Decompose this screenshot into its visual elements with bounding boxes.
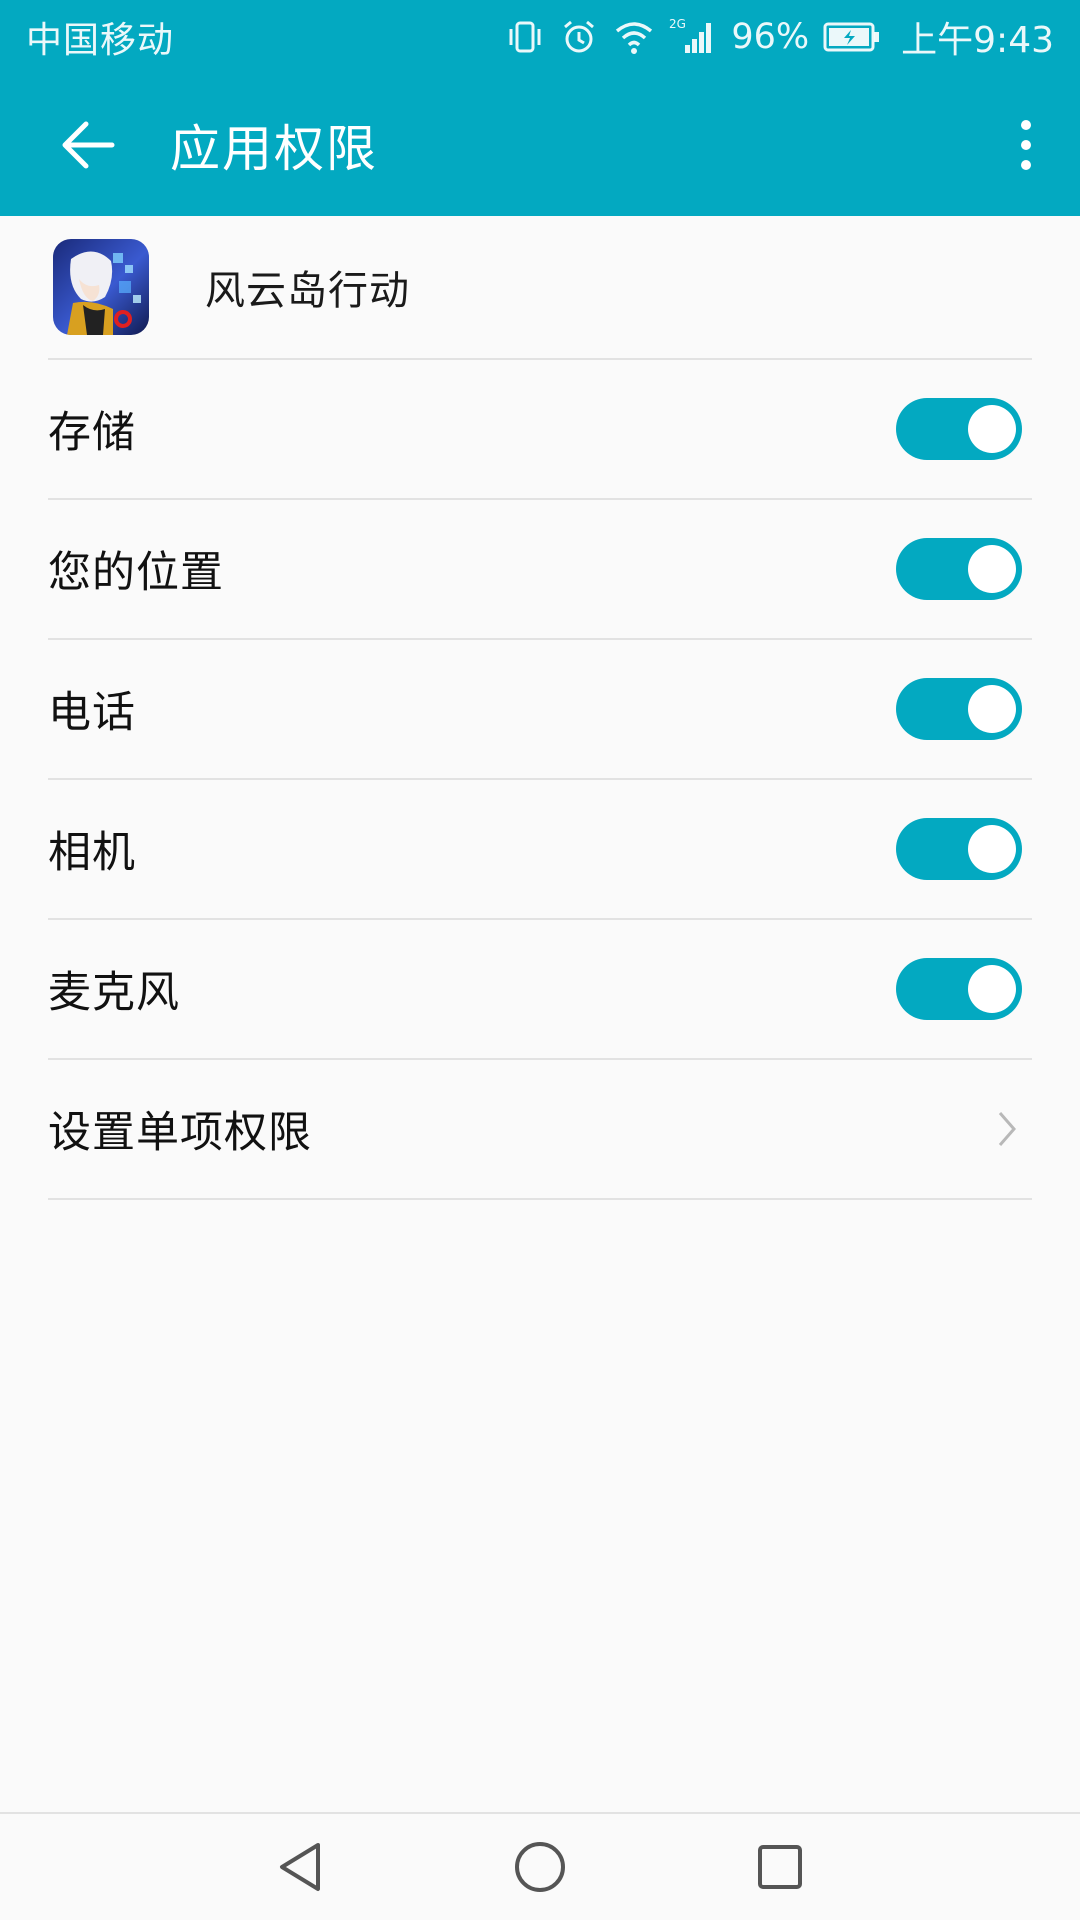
permission-label: 相机 [48,828,136,878]
status-bar: 中国移动 2G 96% 上午9:43 [0,0,1080,74]
app-name: 风云岛行动 [205,268,410,314]
microphone-toggle[interactable] [896,958,1022,1020]
camera-toggle[interactable] [896,818,1022,880]
permission-label: 存储 [48,408,136,458]
app-bar: 应用权限 [0,74,1080,216]
page-title: 应用权限 [170,120,378,178]
toggle-knob [968,685,1016,733]
individual-permissions-row[interactable]: 设置单项权限 [48,1060,1032,1200]
nav-home-icon [515,1842,565,1892]
status-icons: 2G 96% 上午9:43 [505,11,1054,63]
vibrate-icon [509,21,541,53]
permission-label: 电话 [48,688,136,738]
status-time: 上午9:43 [901,20,1054,61]
toggle-knob [968,965,1016,1013]
navigation-bar [0,1812,1080,1920]
location-toggle[interactable] [896,538,1022,600]
more-options-button[interactable] [986,74,1066,216]
toggle-knob [968,545,1016,593]
nav-recents-button[interactable] [730,1817,830,1917]
nav-recents-icon [758,1845,802,1889]
carrier-name: 中国移动 [26,20,175,61]
permission-row-location[interactable]: 您的位置 [48,500,1032,640]
app-icon [53,239,149,335]
app-header-row: 风云岛行动 [48,216,1032,360]
back-button[interactable] [28,74,148,216]
battery-percent: 96% [731,17,810,57]
storage-toggle[interactable] [896,398,1022,460]
permission-label: 您的位置 [48,548,224,598]
network-type-label: 2G [669,17,686,31]
permission-row-microphone[interactable]: 麦克风 [48,920,1032,1060]
phone-toggle[interactable] [896,678,1022,740]
battery-charging-icon [823,22,880,52]
back-arrow-icon [62,121,115,169]
wifi-icon [616,22,653,54]
alarm-icon [564,20,595,53]
permission-row-phone[interactable]: 电话 [48,640,1032,780]
signal-icon: 2G [669,17,712,53]
more-vert-icon [1021,120,1031,170]
nav-back-button[interactable] [250,1817,350,1917]
toggle-knob [968,405,1016,453]
nav-home-button[interactable] [490,1817,590,1917]
permission-label: 麦克风 [48,968,180,1018]
chevron-right-icon [998,1112,1016,1146]
permission-list: 风云岛行动 存储 您的位置 电话 相机 麦克风 设置单项权限 [0,216,1080,1200]
permission-row-camera[interactable]: 相机 [48,780,1032,920]
screen: 中国移动 2G 96% 上午9:43 应用权限 风云岛行动 存储 您的位置 电话… [0,0,1080,1920]
permission-row-storage[interactable]: 存储 [48,360,1032,500]
toggle-knob [968,825,1016,873]
individual-permissions-label: 设置单项权限 [48,1108,312,1158]
nav-back-icon [280,1843,320,1891]
